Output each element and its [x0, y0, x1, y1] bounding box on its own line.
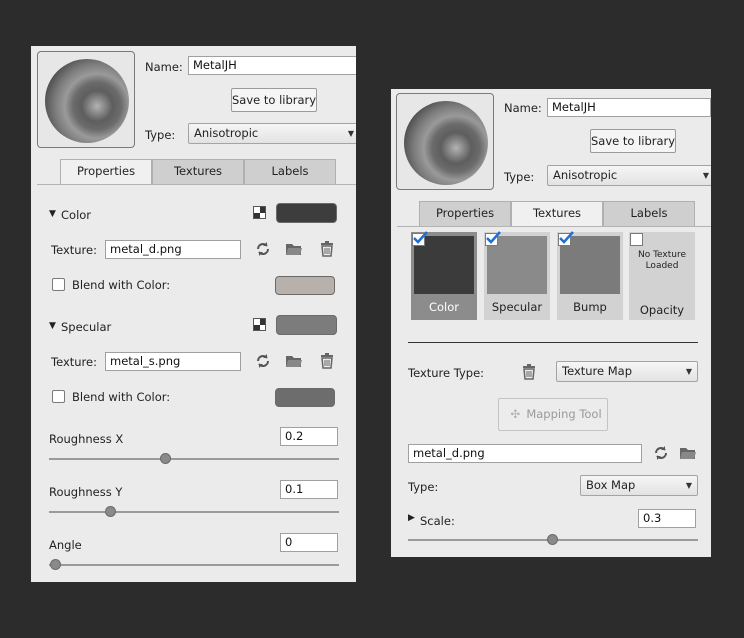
type-label: Type: [145, 128, 176, 142]
trash-icon[interactable] [319, 240, 337, 257]
bump-slot-label: Bump [573, 300, 607, 314]
specular-section-title: Specular [61, 320, 112, 334]
specular-texture-label: Texture: [51, 355, 97, 369]
name-input[interactable]: MetalJH [547, 98, 711, 117]
tab-divider [397, 226, 711, 227]
mapping-tool-label: Mapping Tool [526, 407, 602, 421]
folder-icon[interactable] [285, 241, 303, 257]
texture-type-select[interactable]: Texture Map ▼ [556, 361, 698, 382]
tab-divider [37, 184, 356, 185]
checkerboard-icon[interactable] [253, 206, 266, 219]
mapping-tool-icon: ✣ [510, 407, 521, 421]
map-type-value: Box Map [586, 478, 636, 492]
expand-triangle-icon[interactable]: ▶ [408, 513, 415, 523]
texture-slot-specular[interactable]: Specular [484, 231, 550, 320]
opacity-slot-label: Opacity [639, 303, 685, 317]
specular-blend-checkbox[interactable] [52, 390, 65, 403]
color-slot-label: Color [428, 300, 460, 314]
material-editor-properties-panel: Name: MetalJH Save to library Type: Anis… [31, 46, 356, 582]
type-select[interactable]: Anisotropic ▼ [547, 165, 711, 186]
type-select-value: Anisotropic [194, 126, 259, 140]
color-blend-checkbox[interactable] [52, 278, 65, 291]
roughness-x-slider-knob[interactable] [160, 453, 171, 464]
chevron-down-icon: ▼ [685, 367, 692, 376]
trash-icon[interactable] [319, 352, 337, 369]
reload-icon[interactable] [653, 445, 671, 461]
color-texture-swatch[interactable] [276, 203, 337, 223]
chevron-down-icon: ▼ [702, 171, 709, 180]
angle-input[interactable]: 0 [280, 533, 338, 552]
opacity-slot-checkbox[interactable] [630, 233, 643, 246]
texture-slot-color[interactable]: Color [411, 231, 477, 320]
angle-label: Angle [49, 538, 82, 552]
angle-slider[interactable] [49, 564, 339, 566]
material-preview [396, 93, 494, 190]
material-sphere [45, 59, 129, 143]
section-divider [408, 342, 698, 343]
material-editor-textures-panel: Name: MetalJH Save to library Type: Anis… [391, 89, 711, 557]
roughness-y-label: Roughness Y [49, 485, 123, 499]
tab-labels[interactable]: Labels [244, 159, 336, 184]
color-section-title: Color [61, 208, 92, 222]
specular-slot-label: Specular [491, 300, 543, 314]
folder-icon[interactable] [679, 445, 697, 461]
material-preview [37, 51, 135, 148]
roughness-y-slider-knob[interactable] [105, 506, 116, 517]
texture-type-value: Texture Map [562, 364, 633, 378]
type-label: Type: [504, 170, 535, 184]
mapping-tool-button[interactable]: ✣ Mapping Tool [498, 398, 608, 431]
roughness-y-input[interactable]: 0.1 [280, 480, 338, 499]
roughness-y-slider[interactable] [49, 511, 339, 513]
roughness-x-label: Roughness X [49, 432, 124, 446]
color-texture-input[interactable]: metal_d.png [105, 240, 241, 259]
trash-icon[interactable] [521, 363, 539, 380]
scale-label: Scale: [420, 514, 455, 528]
color-blend-swatch[interactable] [275, 276, 335, 295]
chevron-down-icon: ▼ [347, 129, 354, 138]
tab-textures[interactable]: Textures [152, 159, 244, 184]
roughness-x-slider[interactable] [49, 458, 339, 460]
no-texture-loaded-text: No Texture Loaded [637, 250, 687, 271]
reload-icon[interactable] [255, 241, 273, 257]
specular-blend-swatch[interactable] [275, 388, 335, 407]
checkerboard-icon[interactable] [253, 318, 266, 331]
color-blend-label: Blend with Color: [72, 278, 171, 292]
tab-textures[interactable]: Textures [511, 201, 603, 226]
save-to-library-button[interactable]: Save to library [231, 88, 317, 112]
reload-icon[interactable] [255, 353, 273, 369]
type-select[interactable]: Anisotropic ▼ [188, 123, 356, 144]
collapse-triangle-icon[interactable]: ▼ [49, 321, 56, 331]
texture-slot-opacity[interactable]: No Texture Loaded Opacity [629, 232, 695, 320]
angle-slider-knob[interactable] [50, 559, 61, 570]
folder-icon[interactable] [285, 353, 303, 369]
bump-slot-checkbox[interactable] [558, 231, 574, 246]
color-texture-label: Texture: [51, 243, 97, 257]
name-label: Name: [145, 60, 183, 74]
tab-properties[interactable]: Properties [60, 159, 152, 184]
map-type-select[interactable]: Box Map ▼ [580, 475, 698, 496]
texture-type-label: Texture Type: [408, 366, 485, 380]
color-slot-checkbox[interactable] [412, 231, 428, 246]
name-input[interactable]: MetalJH [188, 56, 356, 75]
type-select-value: Anisotropic [553, 168, 618, 182]
scale-slider-knob[interactable] [547, 534, 558, 545]
chevron-down-icon: ▼ [685, 481, 692, 490]
save-to-library-button[interactable]: Save to library [590, 129, 676, 153]
texture-slot-bump[interactable]: Bump [557, 231, 623, 320]
specular-blend-label: Blend with Color: [72, 390, 171, 404]
tab-labels[interactable]: Labels [603, 201, 695, 226]
scale-input[interactable]: 0.3 [638, 509, 696, 528]
roughness-x-input[interactable]: 0.2 [280, 427, 338, 446]
name-label: Name: [504, 101, 542, 115]
specular-texture-input[interactable]: metal_s.png [105, 352, 241, 371]
texture-file-input[interactable]: metal_d.png [408, 444, 642, 463]
specular-texture-swatch[interactable] [276, 315, 337, 335]
material-sphere [404, 101, 488, 185]
map-type-label: Type: [408, 480, 439, 494]
tab-properties[interactable]: Properties [419, 201, 511, 226]
collapse-triangle-icon[interactable]: ▼ [49, 209, 56, 219]
specular-slot-checkbox[interactable] [485, 231, 501, 246]
